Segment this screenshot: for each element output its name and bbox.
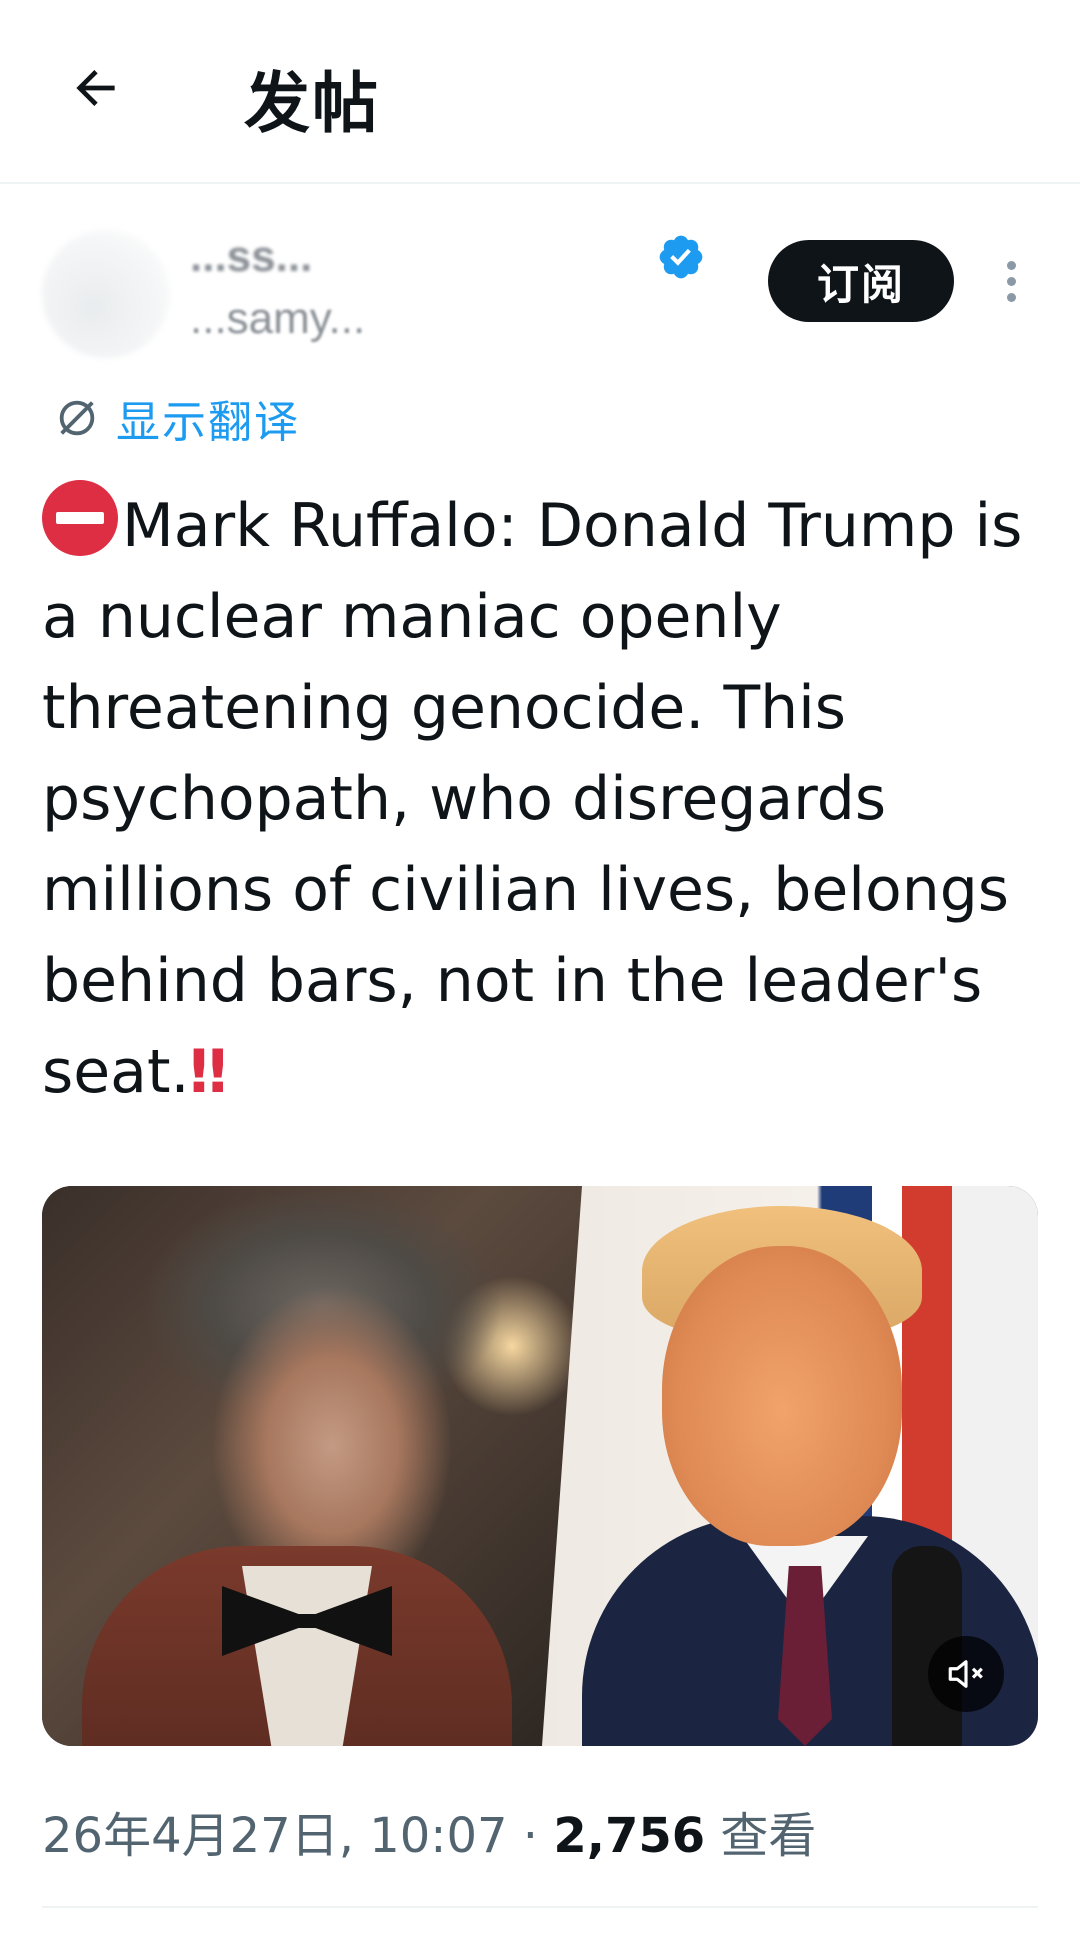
tweet-body: Mark Ruffalo: Donald Trump is a nuclear … — [42, 491, 1023, 1107]
author-row: ...ss... ...samy... 订阅 — [0, 210, 1080, 370]
divider — [42, 1906, 1038, 1908]
timestamp[interactable]: 26年4月27日, 10:07 · — [42, 1808, 553, 1864]
no-entry-icon — [42, 480, 118, 556]
show-translation-link[interactable]: 显示翻译 — [54, 386, 300, 450]
view-label: 查看 — [705, 1808, 817, 1864]
back-arrow-icon — [76, 70, 115, 106]
tweet-text: Mark Ruffalo: Donald Trump is a nuclear … — [42, 480, 1052, 1118]
translate-label: 显示翻译 — [116, 397, 300, 448]
subscribe-button[interactable]: 订阅 — [768, 240, 954, 322]
translate-icon — [59, 400, 95, 436]
top-bar: 发帖 — [0, 0, 1080, 184]
author-display-name[interactable]: ...ss... — [190, 232, 312, 282]
mute-button[interactable] — [928, 1636, 1004, 1712]
tweet-meta: 26年4月27日, 10:07 · 2,756 查看 — [42, 1796, 816, 1866]
view-count: 2,756 — [553, 1808, 706, 1864]
more-options-icon[interactable] — [996, 254, 1026, 318]
muted-speaker-icon — [948, 1660, 983, 1688]
verified-badge-icon — [659, 235, 703, 279]
avatar[interactable] — [42, 230, 170, 358]
page-title: 发帖 — [244, 65, 380, 142]
tweet-media[interactable] — [42, 1186, 1038, 1746]
media-right-face — [662, 1246, 902, 1546]
double-exclamation-icon: ‼ — [189, 1037, 228, 1107]
author-handle[interactable]: ...samy... — [190, 294, 365, 344]
back-button[interactable] — [56, 48, 136, 128]
